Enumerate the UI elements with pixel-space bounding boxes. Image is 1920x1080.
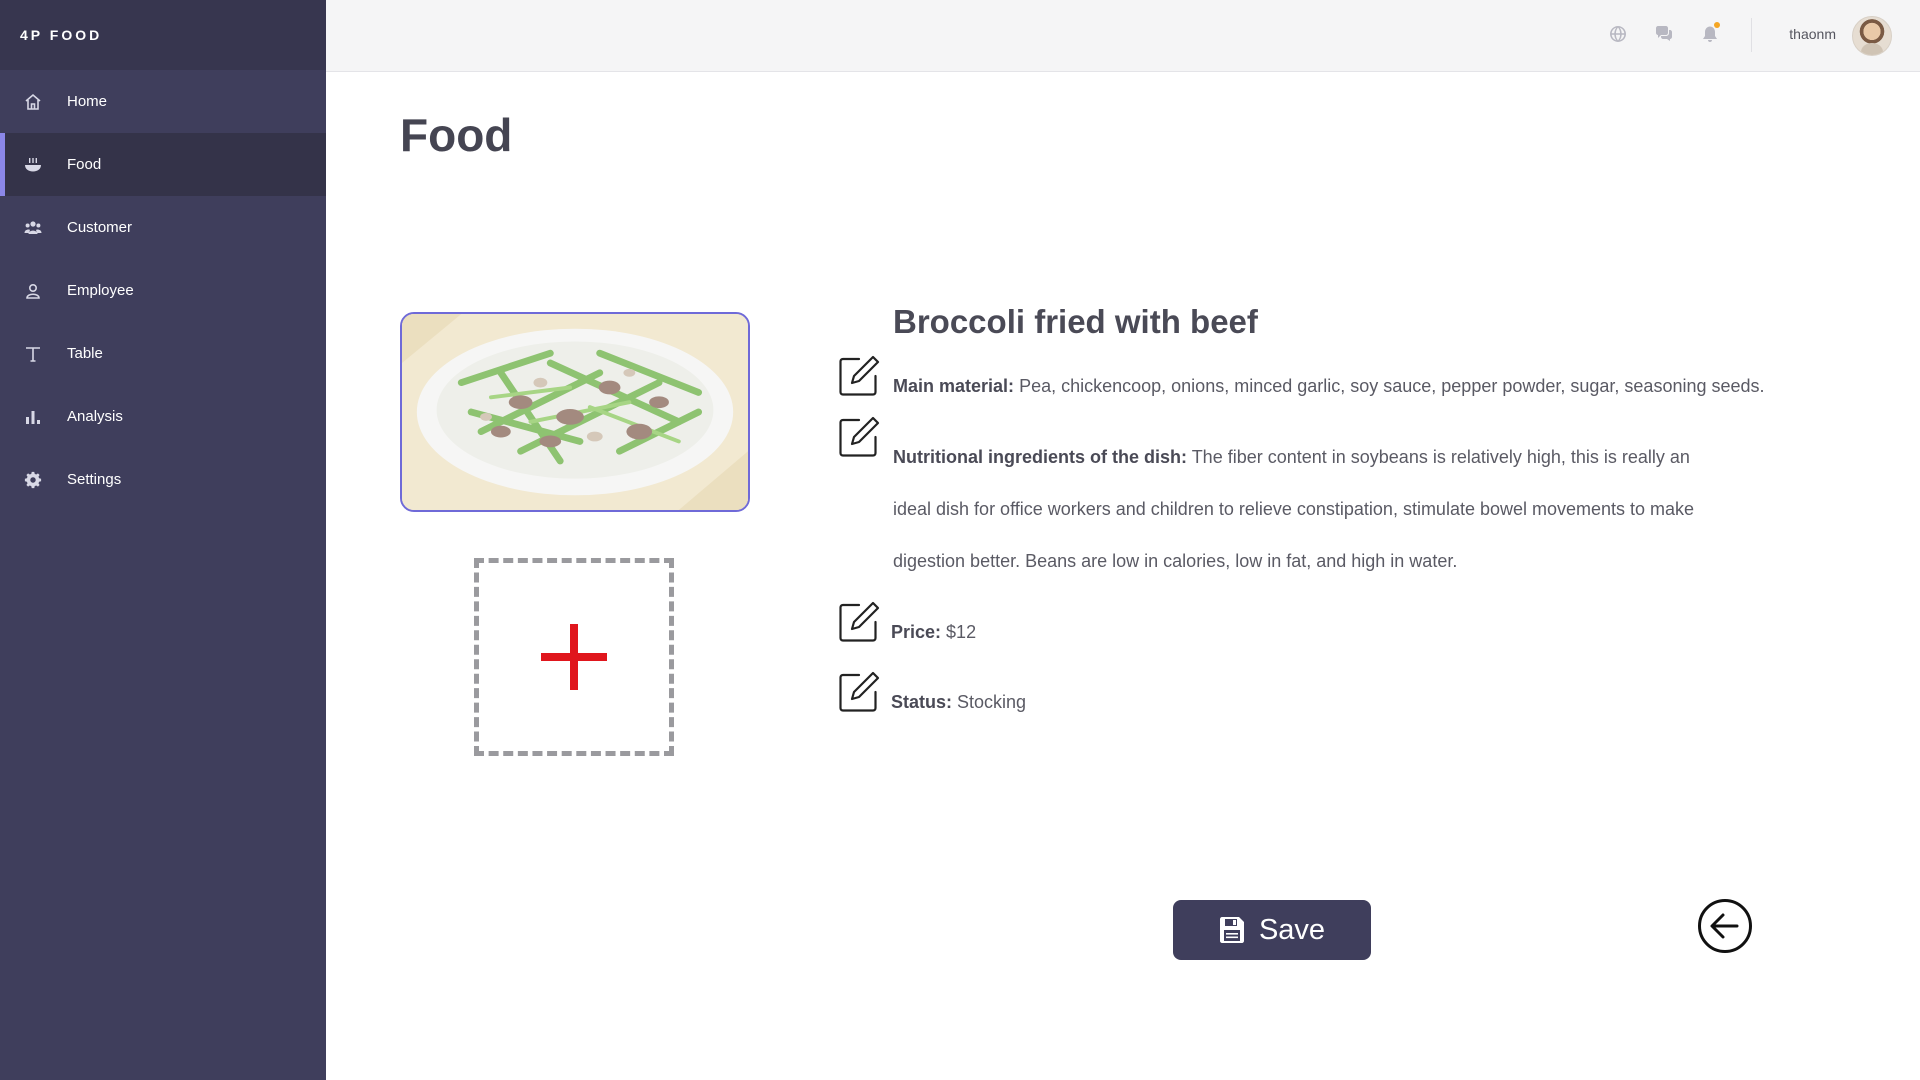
bar-chart-icon: [24, 408, 42, 426]
sidebar-item-label: Settings: [67, 471, 122, 488]
price-field: Price: $12: [891, 622, 976, 643]
user-icon: [24, 282, 42, 300]
sidebar-item-label: Analysis: [67, 408, 123, 425]
sidebar-item-employee[interactable]: Employee: [0, 259, 326, 322]
sidebar-item-settings[interactable]: Settings: [0, 448, 326, 511]
edit-status-icon[interactable]: [837, 670, 881, 714]
plus-icon: [541, 624, 607, 690]
food-image[interactable]: [400, 312, 750, 512]
sidebar: 4P FOOD Home Food Customer Employee Tabl…: [0, 0, 326, 1080]
sidebar-item-analysis[interactable]: Analysis: [0, 385, 326, 448]
text-icon: [24, 345, 42, 363]
header-icons: [1608, 22, 1720, 44]
bell-icon[interactable]: [1700, 22, 1720, 44]
nutrition-field: Nutritional ingredients of the dish: The…: [893, 431, 1723, 587]
sidebar-item-label: Home: [67, 93, 108, 110]
gear-icon: [24, 471, 42, 489]
status-value: Stocking: [957, 692, 1027, 712]
floppy-disk-icon: [1219, 916, 1245, 944]
main-material-field: Main material: Pea, chickencoop, onions,…: [893, 376, 1765, 397]
notification-dot: [1714, 22, 1720, 28]
arrow-left-circle-icon: [1698, 899, 1752, 953]
users-icon: [24, 219, 42, 237]
globe-icon[interactable]: [1608, 24, 1628, 44]
edit-main-material-icon[interactable]: [837, 354, 881, 398]
save-button-label: Save: [1258, 913, 1326, 946]
nutrition-label: Nutritional ingredients of the dish:: [893, 447, 1187, 467]
save-button[interactable]: Save: [1173, 900, 1371, 960]
sidebar-item-label: Customer: [67, 219, 133, 236]
main-material-label: Main material:: [893, 376, 1015, 396]
header-divider: [1751, 18, 1752, 52]
brand-logo[interactable]: 4P FOOD: [0, 0, 326, 70]
sidebar-item-table[interactable]: Table: [0, 322, 326, 385]
chat-icon[interactable]: [1654, 24, 1674, 44]
sidebar-item-label: Table: [67, 345, 103, 362]
edit-nutrition-icon[interactable]: [837, 415, 881, 459]
sidebar-item-home[interactable]: Home: [0, 70, 326, 133]
home-icon: [24, 93, 42, 111]
sidebar-nav: Home Food Customer Employee Table Analys…: [0, 70, 326, 511]
dish-name: Broccoli fried with beef: [893, 303, 1258, 340]
sidebar-item-label: Employee: [67, 282, 134, 299]
username[interactable]: thaonm: [1789, 26, 1836, 42]
status-field: Status: Stocking: [891, 692, 1026, 713]
top-header: thaonm: [326, 0, 1920, 72]
sidebar-item-customer[interactable]: Customer: [0, 196, 326, 259]
page-title: Food: [400, 109, 513, 161]
bowl-icon: [24, 156, 42, 174]
avatar[interactable]: [1852, 16, 1892, 56]
status-label: Status:: [891, 692, 953, 712]
main-material-value: Pea, chickencoop, onions, minced garlic,…: [1019, 376, 1765, 396]
sidebar-item-food[interactable]: Food: [0, 133, 326, 196]
price-label: Price:: [891, 622, 942, 642]
image-upload-box[interactable]: [474, 558, 674, 756]
back-button[interactable]: [1697, 898, 1753, 954]
price-value: $12: [946, 622, 977, 642]
edit-price-icon[interactable]: [837, 600, 881, 644]
sidebar-item-label: Food: [67, 156, 102, 173]
